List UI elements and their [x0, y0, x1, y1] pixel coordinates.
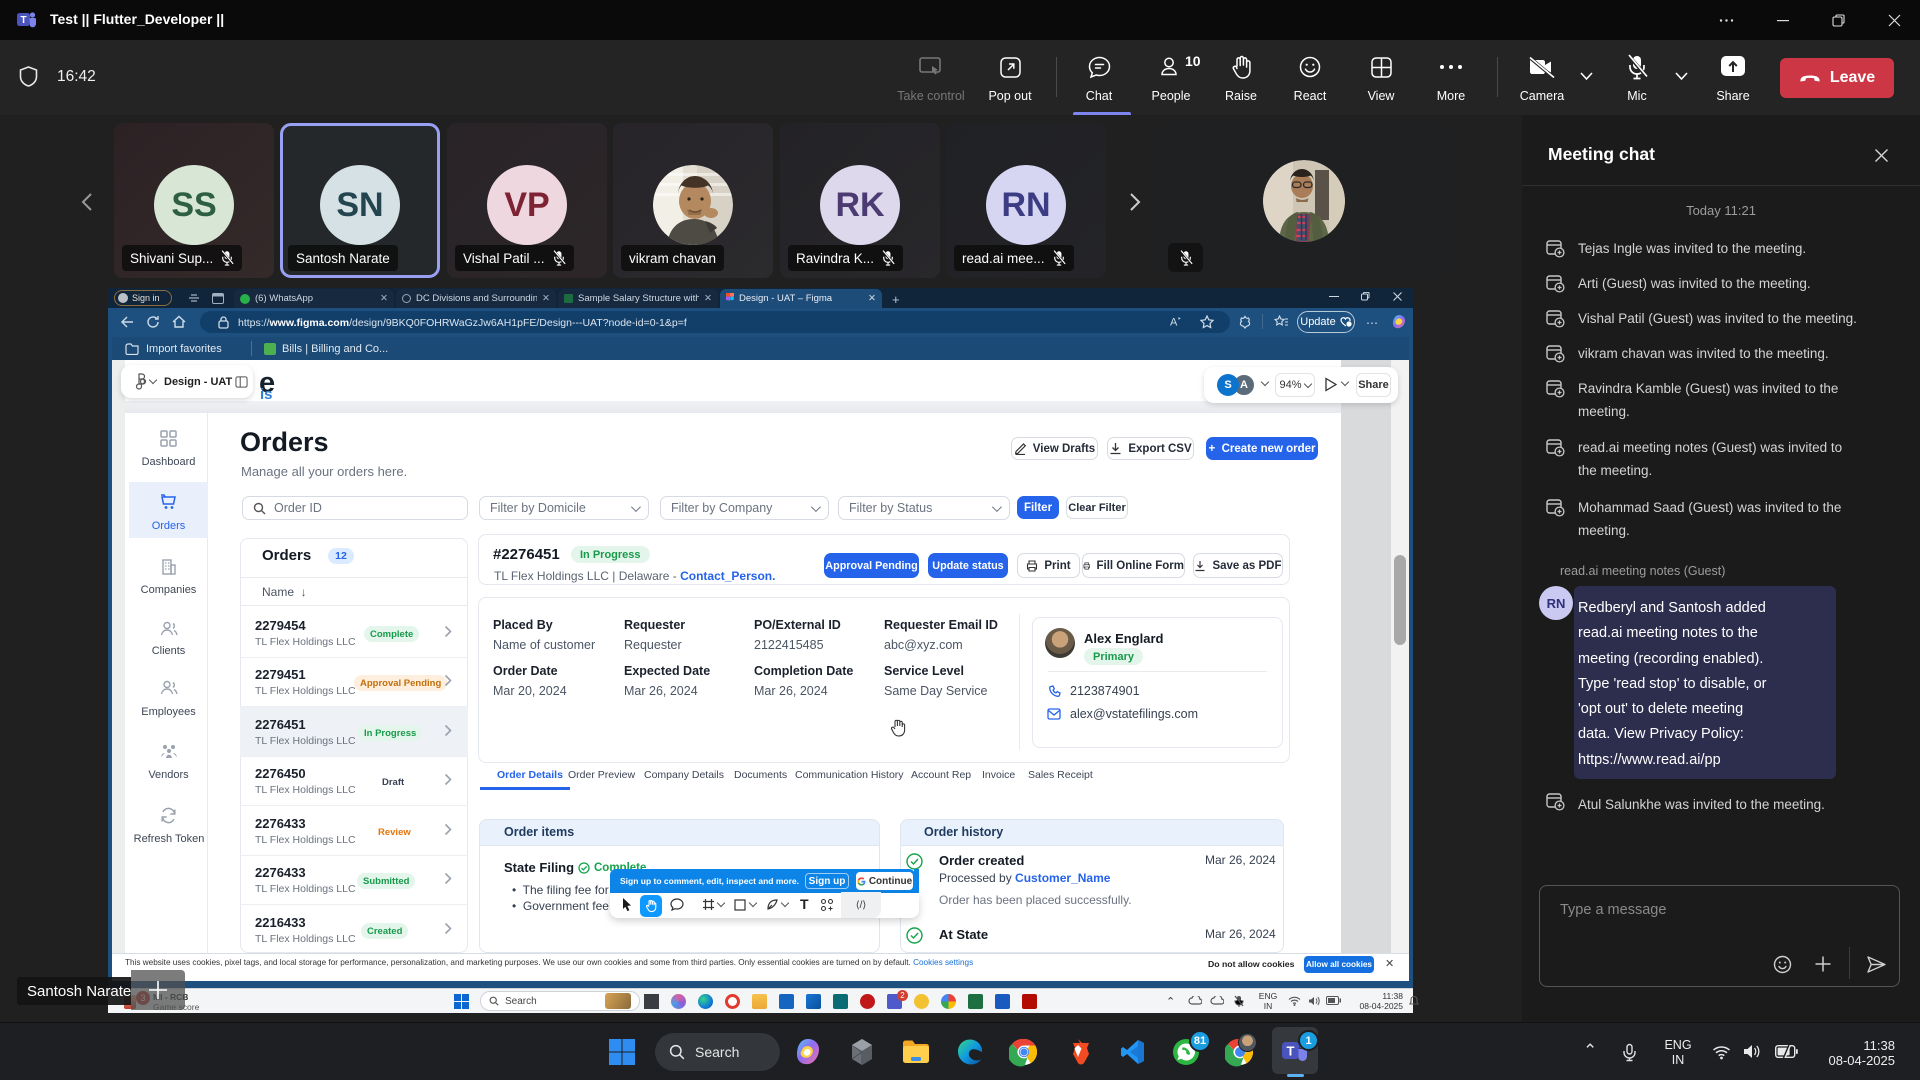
svg-text:T: T: [20, 15, 26, 26]
svg-text:T: T: [1287, 1044, 1295, 1059]
